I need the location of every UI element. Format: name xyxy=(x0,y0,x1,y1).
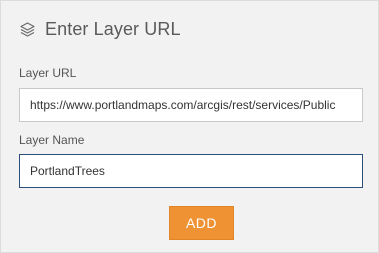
add-button[interactable]: ADD xyxy=(169,206,234,240)
layer-name-label: Layer Name xyxy=(19,133,85,147)
enter-layer-url-panel: Enter Layer URL Layer URL Layer Name ADD xyxy=(0,0,379,253)
page-title: Enter Layer URL xyxy=(45,19,181,39)
layers-icon xyxy=(19,21,36,38)
layer-url-label: Layer URL xyxy=(19,66,77,80)
layer-url-input[interactable] xyxy=(19,88,363,122)
layer-name-input[interactable] xyxy=(19,154,363,188)
panel-header: Enter Layer URL xyxy=(19,19,181,40)
